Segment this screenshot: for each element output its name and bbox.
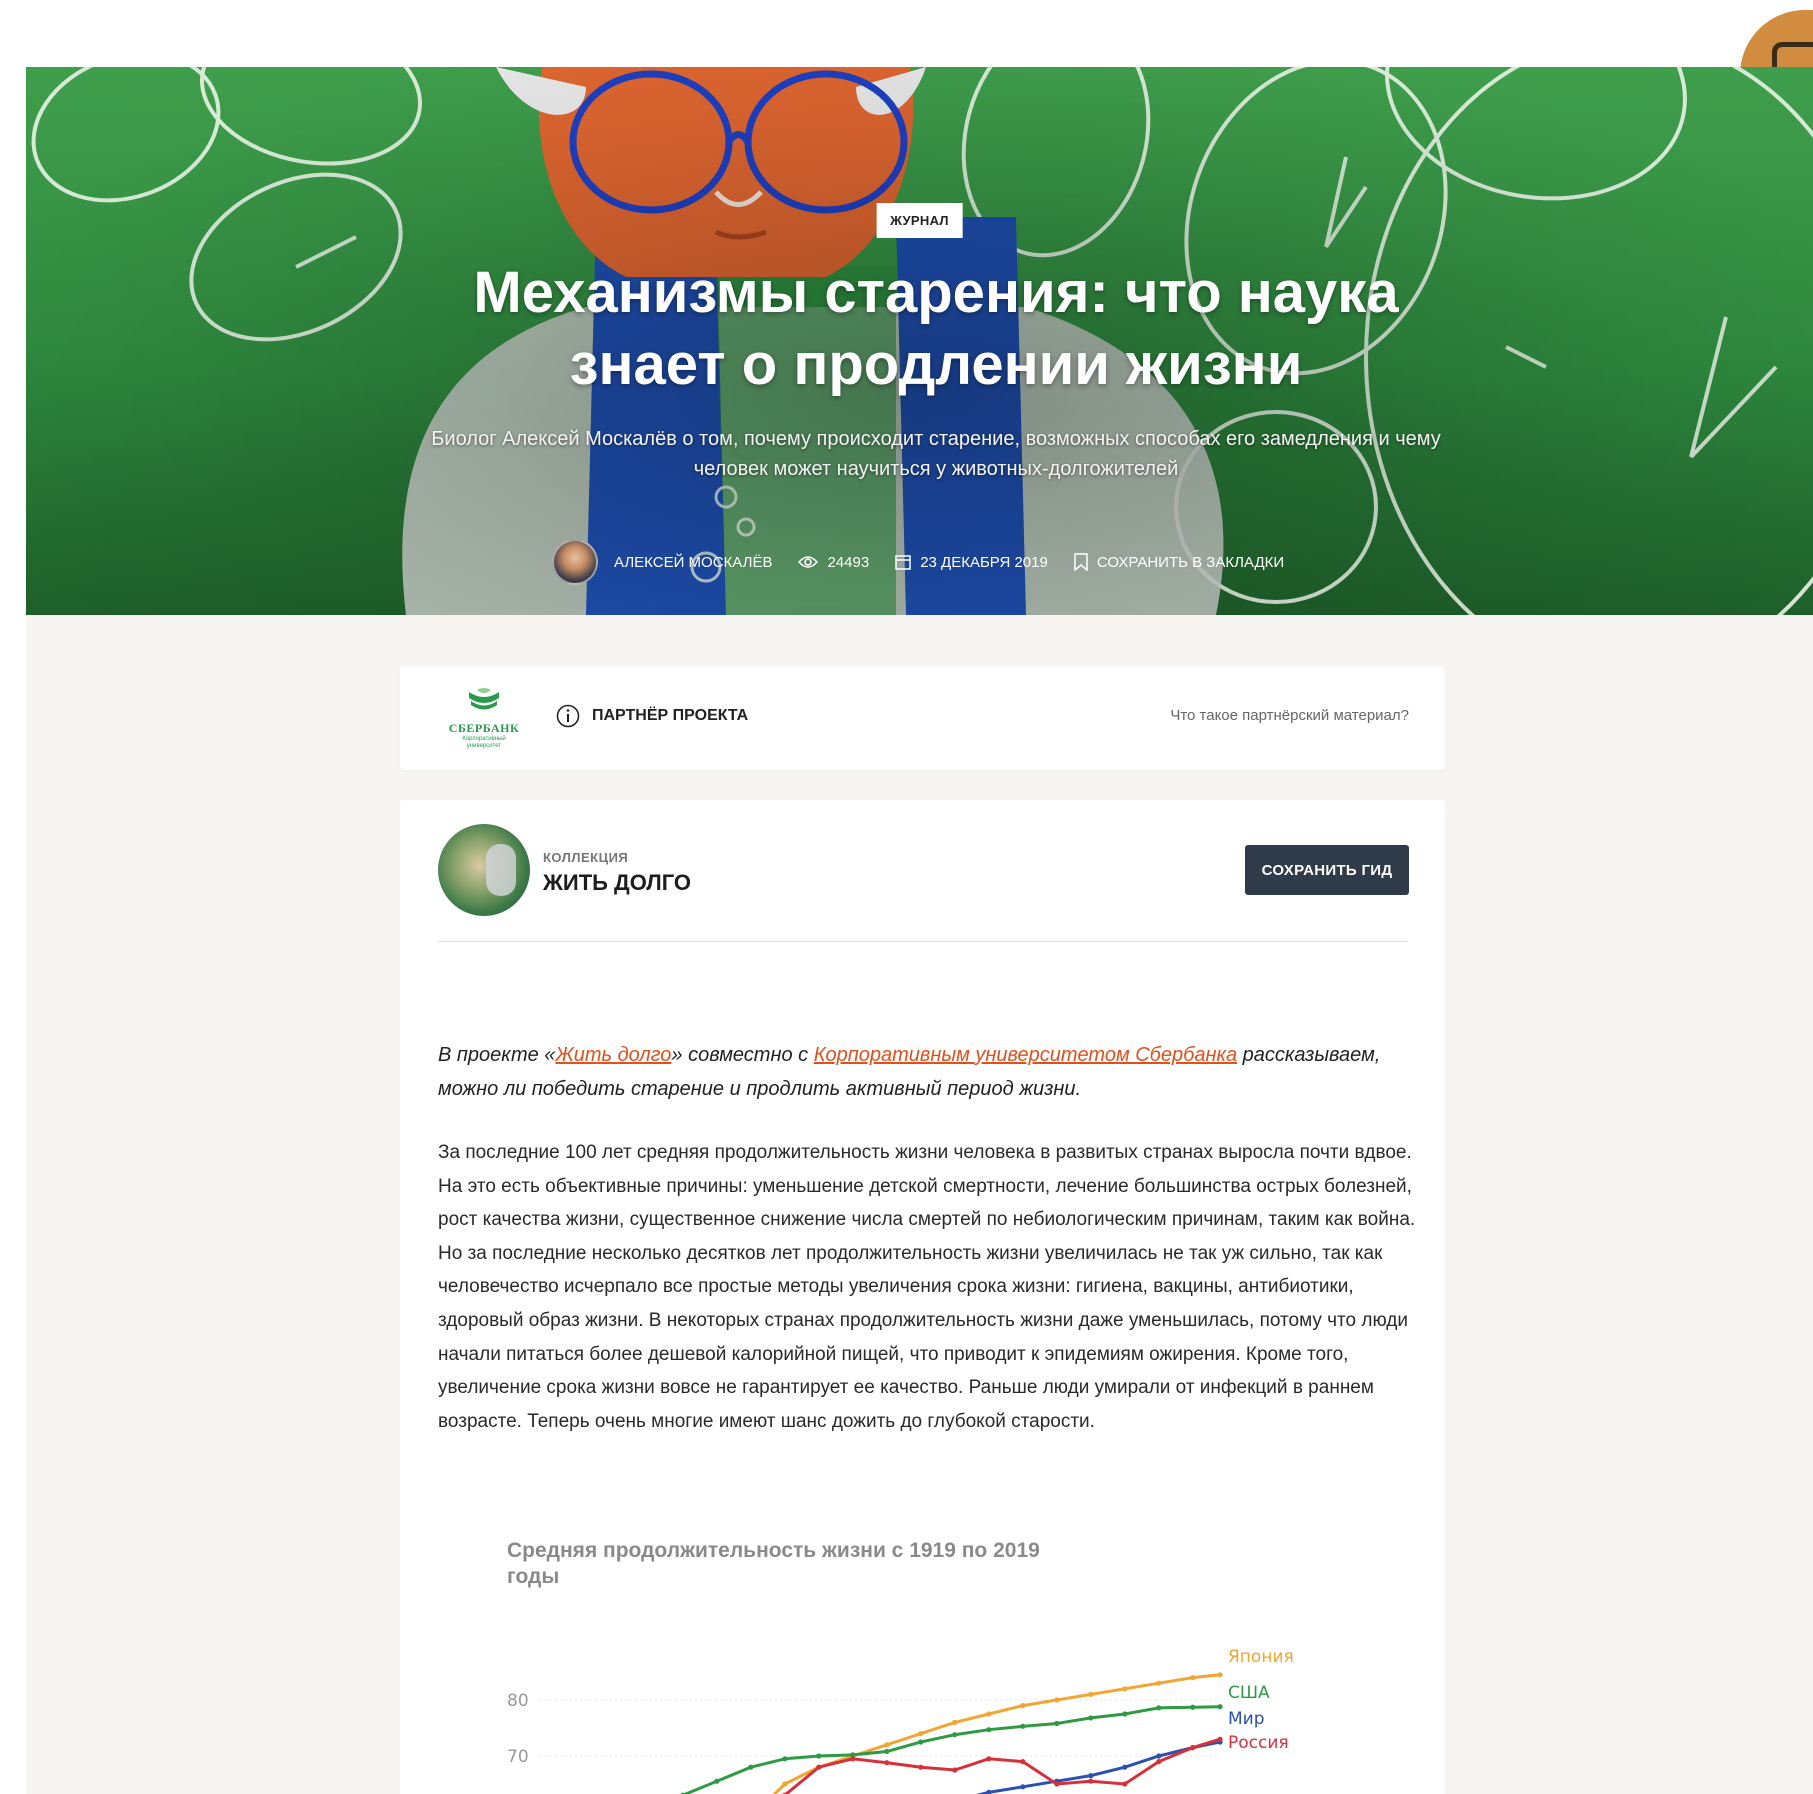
y-tick-label: 80: [507, 1691, 529, 1711]
article-body: За последние 100 лет средняя продолжител…: [438, 1142, 1416, 1432]
data-point: [952, 1732, 958, 1738]
data-point: [884, 1760, 890, 1766]
partner-label: ПАРТНЁР ПРОЕКТА: [556, 704, 748, 728]
data-point: [1020, 1723, 1026, 1729]
views-value: 24493: [827, 553, 870, 571]
author-name[interactable]: АЛЕКСЕЙ МОСКАЛЁВ: [614, 554, 772, 571]
eye-icon: [798, 556, 819, 568]
data-point: [850, 1756, 856, 1762]
data-point: [1217, 1672, 1223, 1678]
collection-avatar[interactable]: [438, 824, 530, 916]
article-card: КОЛЛЕКЦИЯ ЖИТЬ ДОЛГО СОХРАНИТЬ ГИД В про…: [400, 800, 1445, 1794]
article-title: Механизмы старения: что наука знает о пр…: [473, 260, 1399, 397]
project-link[interactable]: Жить долго: [555, 1044, 671, 1066]
data-point: [1122, 1764, 1128, 1770]
data-point: [918, 1764, 924, 1770]
collection-title[interactable]: ЖИТЬ ДОЛГО: [543, 870, 691, 896]
author-name-label[interactable]: АЛЕКСЕЙ МОСКАЛЁВ: [614, 554, 772, 571]
data-point: [1156, 1680, 1162, 1686]
data-point: [918, 1739, 924, 1745]
data-point: [1020, 1703, 1026, 1709]
partner-card: СБЕРБАНК Корпоративный университет ПАРТН…: [400, 666, 1445, 770]
partner-info-link[interactable]: Что такое партнёрский материал?: [1170, 707, 1409, 724]
data-point: [1217, 1704, 1223, 1710]
series-label: Россия: [1228, 1733, 1289, 1753]
data-point: [782, 1756, 788, 1762]
article-lead: В проекте «Жить долго» совместно с Корпо…: [438, 1038, 1408, 1106]
life-expectancy-chart: 807060ЯпонияСШАМирРоссия: [507, 1647, 1294, 1794]
data-point: [952, 1767, 958, 1773]
data-point: [1122, 1686, 1128, 1692]
data-point: [1156, 1753, 1162, 1759]
data-point: [1122, 1781, 1128, 1787]
data-point: [1020, 1784, 1026, 1790]
article-subtitle: Биолог Алексей Москалёв о том, почему пр…: [431, 428, 1441, 480]
series-line-3: [783, 1737, 1221, 1794]
data-point: [986, 1789, 992, 1794]
sberbank-logo[interactable]: СБЕРБАНК Корпоративный университет: [448, 688, 520, 754]
data-point: [714, 1778, 720, 1784]
bookmark-label[interactable]: СОХРАНИТЬ В ЗАКЛАДКИ: [1097, 554, 1284, 571]
divider: [438, 941, 1408, 942]
data-point: [816, 1753, 822, 1759]
data-point: [1190, 1704, 1196, 1710]
data-point: [1020, 1759, 1026, 1765]
data-point: [1156, 1759, 1162, 1765]
bookmark-button[interactable]: СОХРАНИТЬ В ЗАКЛАДКИ: [1074, 553, 1284, 571]
sber-university-link[interactable]: Корпоративным университетом Сбербанка: [814, 1044, 1237, 1066]
sberbank-logo-icon: [469, 688, 499, 710]
series-label: Япония: [1228, 1647, 1294, 1667]
data-point: [782, 1781, 788, 1787]
data-point: [816, 1764, 822, 1770]
data-point: [1088, 1773, 1094, 1779]
data-point: [1054, 1720, 1060, 1727]
publish-date: 23 ДЕКАБРЯ 2019: [895, 554, 1048, 571]
partner-label-text: ПАРТНЁР ПРОЕКТА: [592, 707, 749, 724]
date-value: 23 ДЕКАБРЯ 2019: [920, 553, 1048, 571]
data-point: [986, 1756, 992, 1762]
data-point: [748, 1764, 754, 1770]
category-badge[interactable]: ЖУРНАЛ: [876, 203, 963, 238]
data-point: [1054, 1697, 1060, 1703]
data-point: [1088, 1715, 1094, 1721]
sberbank-logo-subtext: Корпоративный университет: [462, 736, 506, 749]
author-avatar[interactable]: [552, 539, 598, 585]
y-tick-label: 70: [507, 1747, 529, 1767]
data-point: [884, 1742, 890, 1748]
data-point: [1088, 1778, 1094, 1784]
data-point: [1054, 1781, 1060, 1787]
data-point: [884, 1748, 890, 1755]
data-point: [1217, 1736, 1223, 1742]
collection-caption: КОЛЛЕКЦИЯ: [543, 850, 629, 865]
data-point: [986, 1711, 992, 1717]
data-point: [1156, 1705, 1162, 1711]
save-guide-button[interactable]: СОХРАНИТЬ ГИД: [1245, 845, 1409, 895]
chart-title: Средняя продолжительность жизни с 1919 п…: [507, 1539, 1040, 1588]
series-line-1: [681, 1705, 1221, 1794]
lead-text-1: В проекте «: [438, 1044, 556, 1066]
data-point: [918, 1731, 924, 1737]
info-icon: [556, 704, 580, 728]
sberbank-logo-text: СБЕРБАНК: [448, 721, 520, 735]
series-label: США: [1228, 1683, 1270, 1703]
data-point: [1122, 1711, 1128, 1717]
lead-text-2: » совместно с: [671, 1044, 814, 1066]
data-point: [952, 1719, 958, 1725]
article-meta: АЛЕКСЕЙ МОСКАЛЁВ 24493 23 ДЕКАБРЯ 2019 С…: [552, 539, 1310, 585]
views-count: 24493: [798, 554, 869, 571]
data-point: [1190, 1745, 1196, 1751]
data-point: [1088, 1691, 1094, 1697]
calendar-icon: [895, 555, 911, 570]
series-label: Мир: [1228, 1709, 1265, 1729]
article-hero: ЖУРНАЛ Механизмы старения: что наука зна…: [26, 67, 1813, 615]
data-point: [986, 1727, 992, 1733]
series-line-0: [772, 1673, 1221, 1794]
data-point: [1190, 1675, 1196, 1681]
bookmark-icon: [1074, 553, 1088, 571]
